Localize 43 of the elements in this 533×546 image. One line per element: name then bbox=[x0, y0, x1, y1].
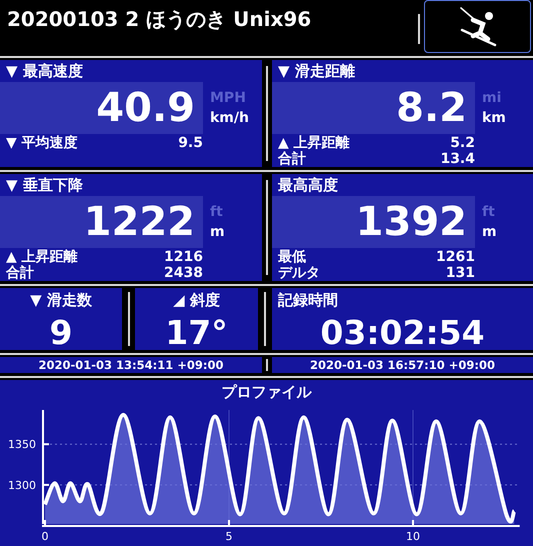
tile-value: 9 bbox=[48, 312, 74, 350]
skier-icon bbox=[458, 6, 498, 48]
unit-label[interactable]: m bbox=[482, 224, 497, 240]
detail-label: 合計 bbox=[6, 264, 34, 282]
unit-label[interactable]: m bbox=[210, 224, 225, 240]
detail-label: デルタ bbox=[278, 264, 320, 282]
detail-value: 9.5 bbox=[178, 135, 203, 152]
y-tick-label: 1350 bbox=[8, 438, 36, 452]
detail-label: ▲ 上昇距離 bbox=[6, 248, 78, 266]
stat-label: 最高高度 bbox=[277, 175, 339, 196]
detail-value: 5.2 bbox=[450, 135, 475, 152]
y-tick-label: 1300 bbox=[8, 478, 36, 492]
stat-value: 40.9 bbox=[96, 88, 195, 128]
stat-value: 1222 bbox=[84, 202, 195, 242]
stat-label: ▼ 滑走距離 bbox=[277, 61, 356, 82]
chart-title: プロファイル bbox=[222, 382, 312, 402]
activity-button[interactable] bbox=[424, 0, 531, 53]
end-time: 2020-01-03 16:57:10 +09:00 bbox=[272, 357, 533, 374]
tile-label: ▼ 滑走数 bbox=[29, 290, 93, 310]
unit-label[interactable]: km/h bbox=[210, 110, 249, 126]
tile-label: 記録時間 bbox=[276, 290, 339, 310]
tile-value: 17° bbox=[164, 312, 229, 350]
stat-value: 1392 bbox=[356, 202, 467, 242]
detail-value: 1216 bbox=[164, 249, 203, 266]
detail-label: 最低 bbox=[278, 248, 306, 266]
tile-value: 03:02:54 bbox=[319, 312, 486, 350]
detail-value: 13.4 bbox=[440, 151, 475, 168]
x-tick-label: 10 bbox=[406, 530, 420, 543]
x-tick-label: 0 bbox=[42, 530, 48, 543]
detail-label: 合計 bbox=[278, 150, 306, 168]
tile-label: ◢ 斜度 bbox=[172, 290, 221, 310]
stat-label: ▼ 最高速度 bbox=[5, 61, 84, 82]
detail-value: 1261 bbox=[436, 249, 475, 266]
detail-label: ▼ 平均速度 bbox=[6, 134, 78, 152]
unit-label[interactable]: km bbox=[482, 110, 506, 126]
detail-label: ▲ 上昇距離 bbox=[278, 134, 350, 152]
detail-value: 2438 bbox=[164, 265, 203, 282]
x-tick-label: 5 bbox=[226, 530, 232, 543]
stat-label: ▼ 垂直下降 bbox=[5, 175, 84, 196]
detail-value: 131 bbox=[446, 265, 475, 282]
session-title: 20200103 2 ほうのき Unix96 bbox=[6, 6, 312, 33]
stat-value: 8.2 bbox=[396, 88, 467, 128]
start-time: 2020-01-03 13:54:11 +09:00 bbox=[0, 357, 262, 374]
